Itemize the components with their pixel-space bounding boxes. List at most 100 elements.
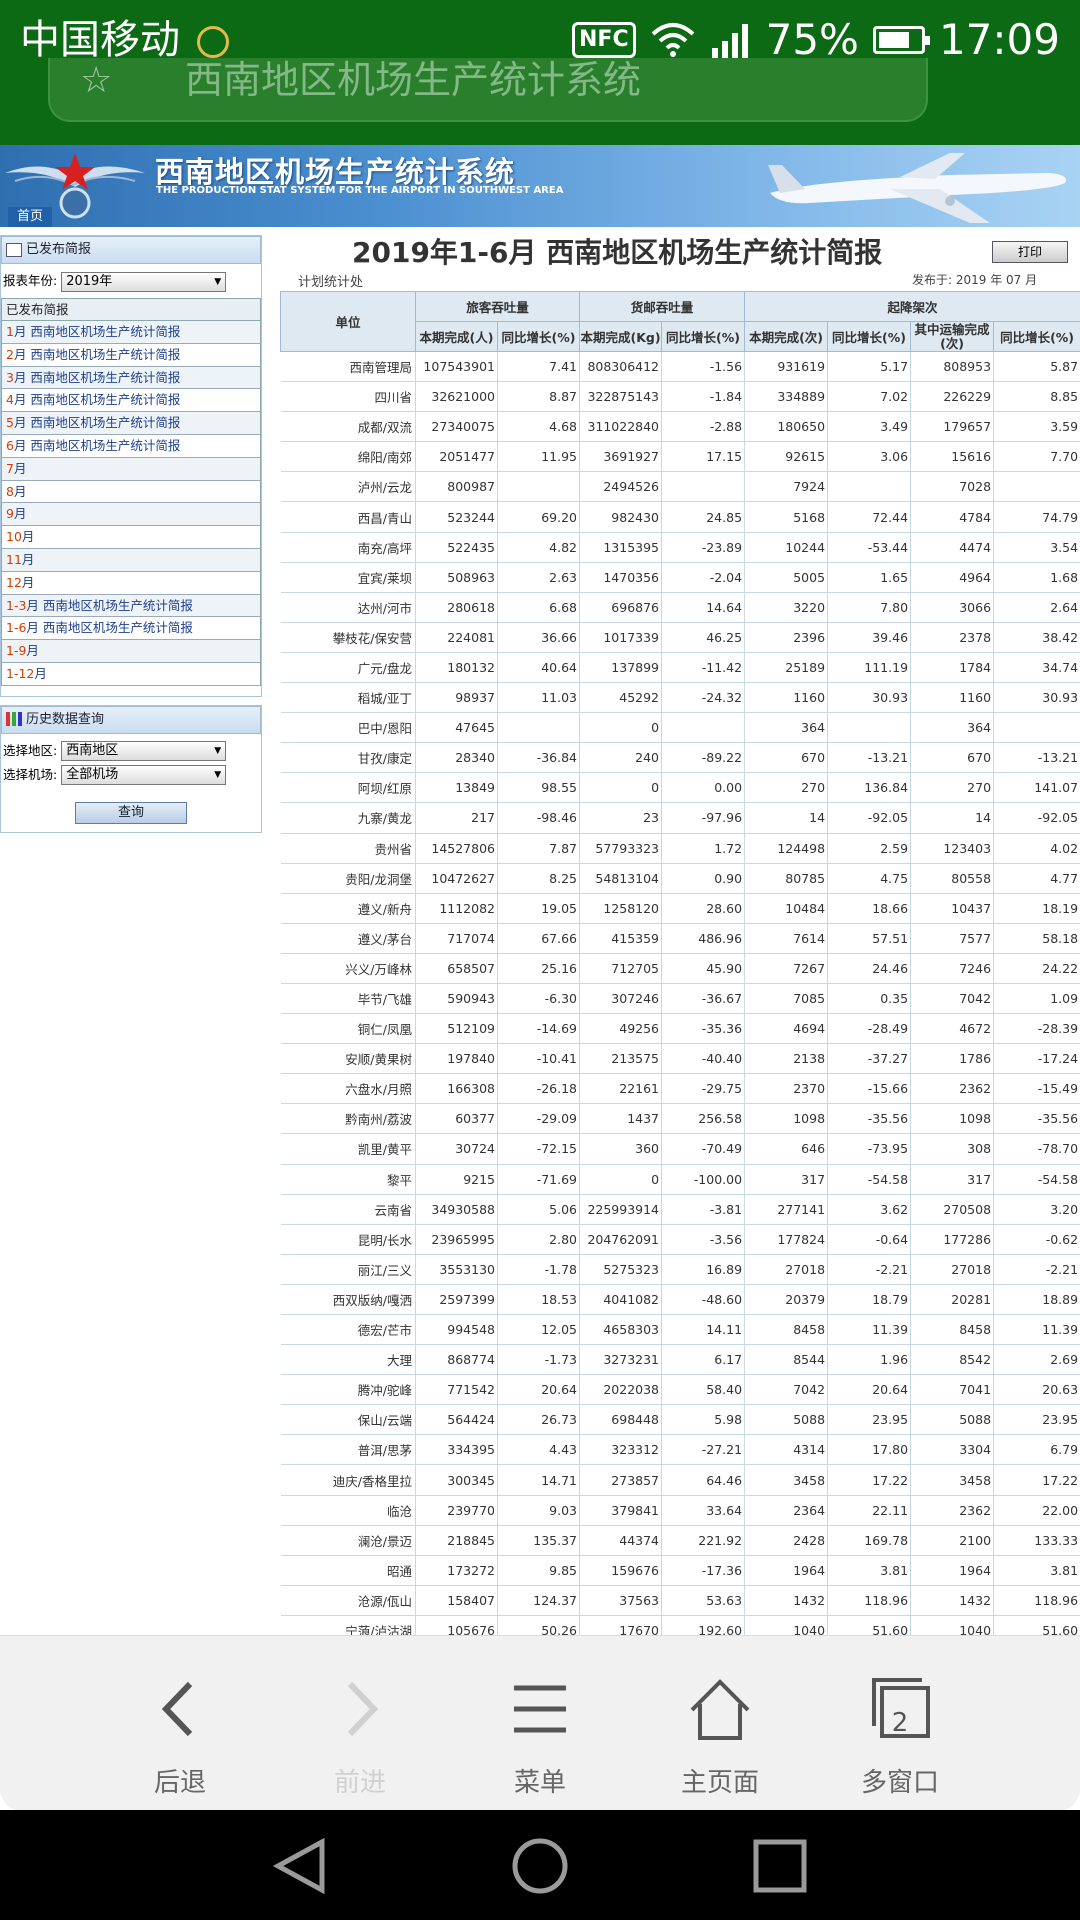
report-link-text: 月 西南地区机场生产统计简报 [26, 597, 193, 613]
windows-button[interactable]: 2 多窗口 [810, 1636, 990, 1811]
table-row: 德宏/芒市 994548 12.05 4658303 14.11 8458 11.39 845… [280, 1314, 1080, 1346]
value-cell: 226229 [910, 381, 995, 413]
report-list-item[interactable]: 12月 [1, 571, 261, 595]
report-list-item[interactable]: 7月 [1, 457, 261, 481]
value-cell: 273857 [579, 1464, 663, 1496]
year-row: 报表年份: 2019年 [1, 264, 261, 298]
report-list-item[interactable]: 10月 [1, 526, 261, 549]
value-cell: 25189 [744, 652, 829, 684]
report-list-item[interactable]: 1-3月 西南地区机场生产统计简报 [1, 594, 261, 618]
report-icon [6, 242, 22, 257]
value-cell: 2.64 [993, 592, 1080, 623]
value-cell: 1432 [744, 1585, 829, 1616]
print-button[interactable]: 打印 [992, 241, 1068, 263]
header-f-yoy: 同比增长(%) [827, 321, 912, 352]
table-row: 普洱/思茅 334395 4.43 323312 -27.21 4314 17.80 3304… [280, 1434, 1080, 1466]
value-cell: 28340 [415, 742, 498, 774]
table-row: 贵阳/龙洞堡 10472627 8.25 54813104 0.90 80785 4.75 8… [280, 863, 1080, 894]
unit-cell: 六盘水/月照 [280, 1073, 416, 1105]
value-cell: 334889 [744, 381, 829, 413]
report-list-item[interactable]: 1-6月 西南地区机场生产统计简报 [1, 617, 261, 641]
home-tab[interactable]: 首页 [8, 207, 52, 227]
report-list-item[interactable]: 4月 西南地区机场生产统计简报 [1, 389, 261, 413]
signal-icon [711, 24, 748, 58]
report-list-item[interactable]: 2月 西南地区机场生产统计简报 [1, 343, 261, 367]
value-cell: 34930588 [415, 1194, 498, 1225]
value-cell: 27340075 [415, 411, 498, 443]
value-cell: 5168 [744, 501, 829, 533]
report-list-item[interactable]: 1月 西南地区机场生产统计简报 [1, 321, 261, 344]
region-select[interactable]: 西南地区 [61, 741, 227, 762]
value-cell: 7042 [744, 1374, 829, 1406]
nav-back-icon[interactable] [270, 1838, 330, 1894]
value-cell: -13.21 [993, 742, 1080, 774]
report-list-item[interactable]: 9月 [1, 503, 261, 527]
back-button[interactable]: 后退 [90, 1636, 270, 1811]
value-cell: 5005 [744, 562, 829, 593]
value-cell: 34.74 [993, 652, 1080, 684]
value-cell: 20379 [744, 1284, 829, 1316]
report-list-item[interactable]: 6月 西南地区机场生产统计简报 [1, 434, 261, 458]
value-cell: -6.30 [497, 983, 581, 1015]
value-cell: 5275323 [579, 1254, 663, 1285]
value-cell: -2.88 [661, 411, 746, 443]
star-icon[interactable]: ☆ [80, 60, 112, 101]
value-cell: 37563 [579, 1585, 663, 1616]
value-cell: 4474 [910, 532, 995, 563]
header-p-yoy: 同比增长(%) [496, 321, 581, 352]
value-cell: 322875143 [579, 381, 663, 413]
browser-toolbar: 后退 前进 菜单 主页面 2 多窗口 [0, 1635, 1080, 1811]
value-cell: 224081 [415, 622, 498, 653]
value-cell: 270 [910, 772, 995, 804]
report-list-item[interactable]: 3月 西南地区机场生产统计简报 [1, 366, 261, 390]
nav-recents-icon[interactable] [752, 1838, 808, 1894]
unit-cell: 阿坝/红原 [280, 772, 416, 804]
unit-cell: 腾冲/驼峰 [280, 1374, 416, 1406]
report-list-item[interactable]: 1-12月 [1, 662, 261, 686]
unit-cell: 宜宾/莱坝 [280, 562, 416, 593]
report-list-item[interactable]: 11月 [1, 548, 261, 572]
report-period: 6 [6, 437, 14, 453]
menu-button[interactable]: 菜单 [450, 1636, 630, 1811]
value-cell: -28.49 [827, 1013, 912, 1045]
nfc-icon: NFC [572, 22, 636, 58]
value-cell: 270508 [910, 1194, 995, 1225]
value-cell: -1.84 [661, 381, 746, 413]
nav-home-icon[interactable] [510, 1838, 570, 1894]
report-list-item[interactable]: 5月 西南地区机场生产统计简报 [1, 412, 261, 435]
query-button[interactable]: 查询 [75, 801, 187, 824]
report-period: 5 [6, 415, 14, 431]
value-cell: 2396 [744, 622, 829, 653]
value-cell: 3220 [744, 592, 829, 623]
unit-cell: 黔南州/荔波 [280, 1103, 416, 1135]
airport-select[interactable]: 全部机场 [61, 765, 227, 786]
value-cell: 4041082 [579, 1284, 663, 1316]
value-cell: 994548 [415, 1314, 498, 1346]
address-bar[interactable]: ☆ 西南地区机场生产统计系统 [48, 58, 928, 122]
value-cell: 50.26 [497, 1615, 581, 1635]
table-row: 西昌/青山 523244 69.20 982430 24.85 5168 72.44 4784… [280, 501, 1080, 533]
home-button[interactable]: 主页面 [630, 1636, 810, 1811]
value-cell: 218845 [415, 1525, 498, 1556]
forward-button[interactable]: 前进 [270, 1636, 450, 1811]
value-cell: -14.69 [497, 1013, 581, 1045]
year-select[interactable]: 2019年 [61, 271, 227, 292]
region-row: 选择地区: 西南地区 [1, 740, 261, 764]
report-list-item[interactable]: 8月 [1, 480, 261, 504]
report-list-item[interactable]: 1-9月 [1, 640, 261, 663]
value-cell [497, 712, 581, 744]
value-cell: 25.16 [497, 953, 581, 984]
value-cell: 22.00 [993, 1495, 1080, 1526]
value-cell: 17.22 [827, 1464, 912, 1496]
value-cell: 1432 [910, 1585, 995, 1616]
home-icon [690, 1679, 750, 1740]
value-cell: 192.60 [661, 1615, 746, 1635]
value-cell: 5.87 [993, 351, 1080, 383]
value-cell: 7042 [910, 983, 995, 1015]
value-cell: -10.41 [497, 1043, 581, 1075]
value-cell: 3066 [910, 592, 995, 623]
unit-cell: 稻城/亚丁 [280, 682, 416, 714]
table-row: 云南省 34930588 5.06 225993914 -3.81 277141 3.62 2… [280, 1194, 1080, 1225]
table-row: 安顺/黄果树 197840 -10.41 213575 -40.40 2138 -37.27… [280, 1043, 1080, 1075]
report-link-text: 月 [13, 483, 27, 499]
